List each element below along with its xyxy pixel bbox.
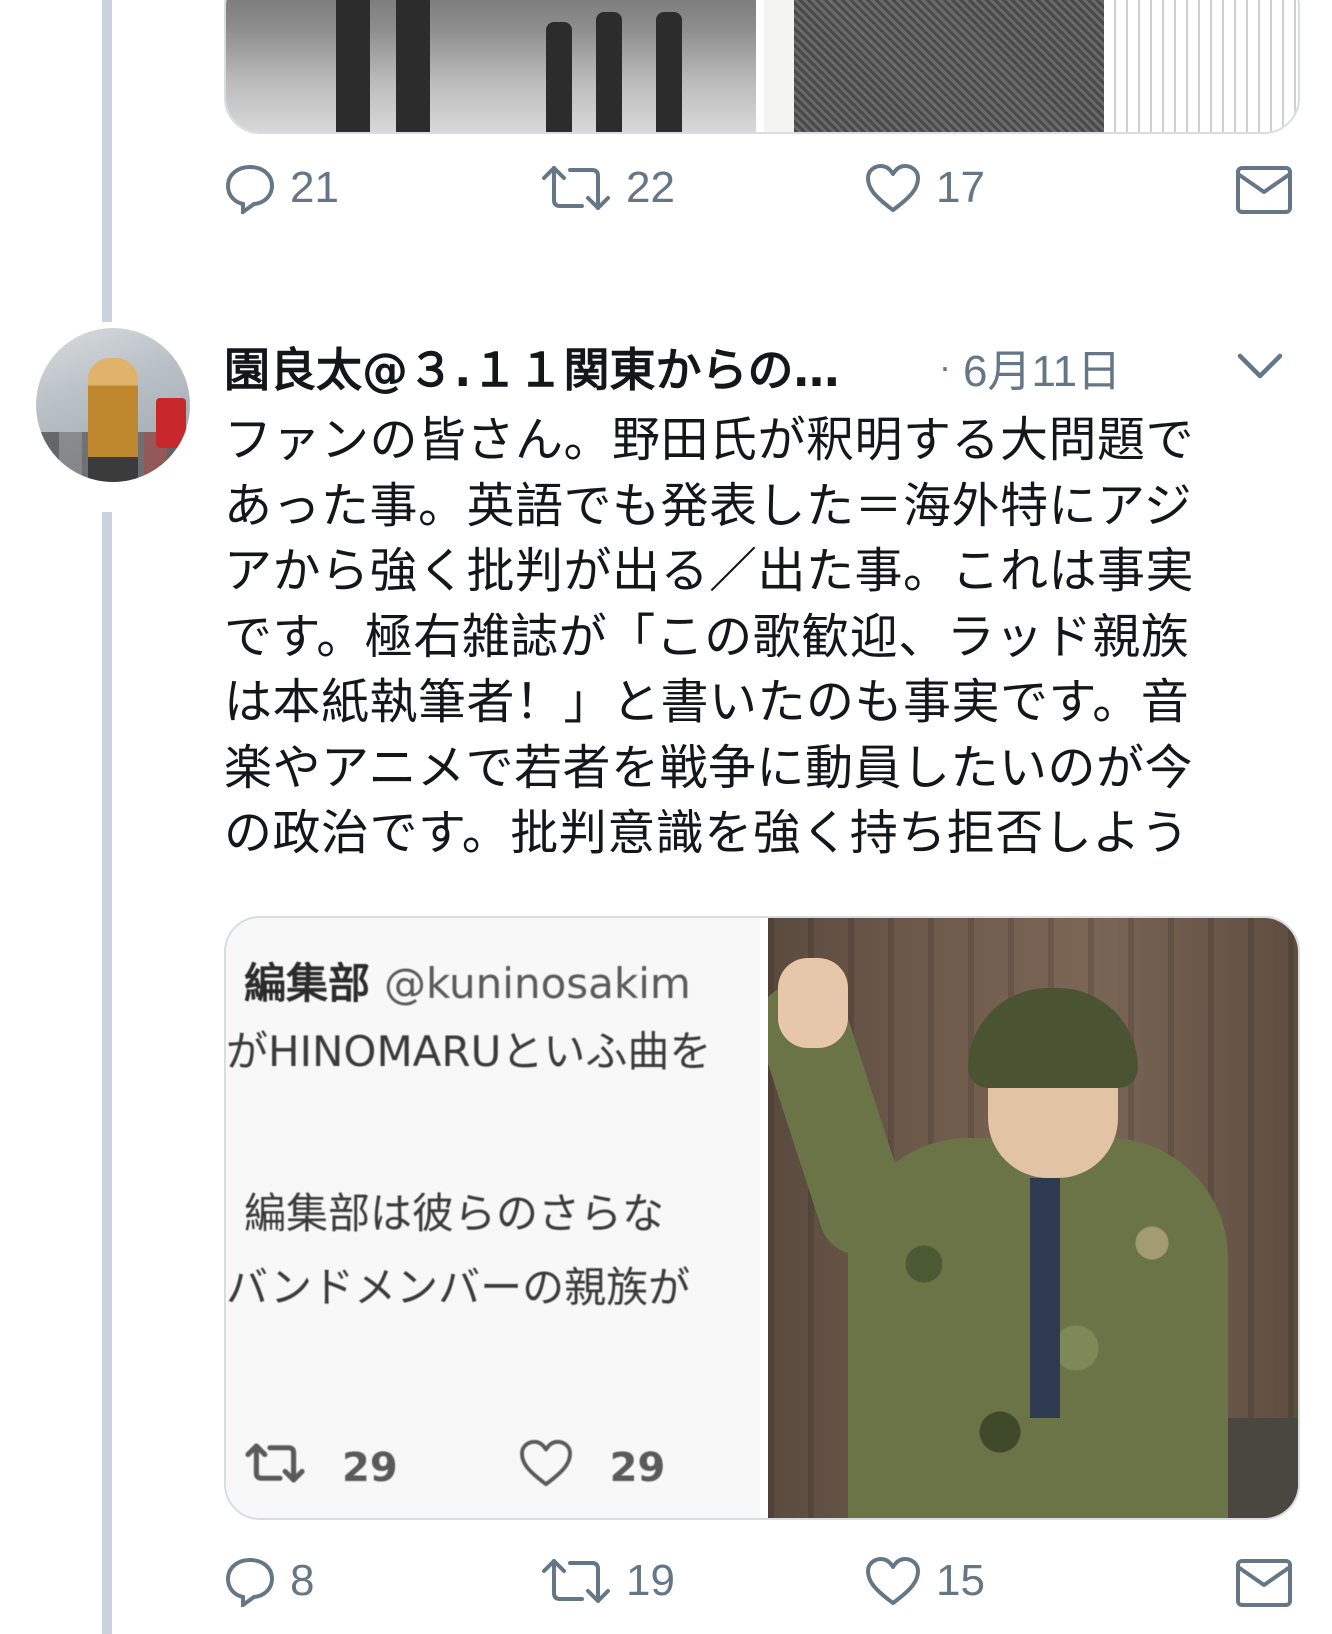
reply-icon bbox=[224, 1555, 276, 1607]
reply-button[interactable]: 21 bbox=[224, 162, 339, 214]
author-name[interactable]: 園良太@３.１１関東からの… bbox=[224, 334, 839, 400]
tweet-text-line: の政治です。批判意識を強く持ち拒否しよう bbox=[224, 805, 1190, 861]
tweet-header: 園良太@３.１１関東からの… · 6月11日 bbox=[224, 332, 1304, 402]
tweet-text-line: ファンの皆さん。野田氏が釈明する大問題で bbox=[224, 412, 1195, 468]
reply-count: 8 bbox=[290, 1556, 315, 1605]
tweet-actions: 21 22 17 bbox=[224, 162, 1304, 232]
like-button[interactable]: 15 bbox=[864, 1555, 985, 1607]
direct-message-icon bbox=[1234, 1555, 1294, 1611]
tweet-text: ファンの皆さん。野田氏が釈明する大問題で あった事。英語でも発表した＝海外特にア… bbox=[224, 408, 1314, 867]
retweet-count: 22 bbox=[626, 163, 675, 212]
quote-text-line: 編集部は彼らのさらな bbox=[244, 1189, 665, 1238]
like-count: 17 bbox=[936, 163, 985, 212]
quote-stats: 29 29 bbox=[244, 1438, 665, 1498]
tweet-media[interactable]: 編集部 @kuninosakim がHINOMARUといふ曲を 編集部は彼らのさら… bbox=[224, 916, 1300, 1520]
like-icon bbox=[864, 1555, 922, 1607]
tweet-date: 6月11日 bbox=[963, 347, 1122, 396]
reply-button[interactable]: 8 bbox=[224, 1555, 314, 1607]
tweet-timestamp[interactable]: · 6月11日 bbox=[939, 332, 1121, 402]
retweet-icon bbox=[244, 1441, 306, 1495]
reply-icon bbox=[224, 162, 276, 214]
media-photo[interactable] bbox=[226, 0, 756, 132]
thread-line bbox=[102, 512, 112, 1634]
tweet-actions: 8 19 15 bbox=[224, 1555, 1304, 1625]
like-icon bbox=[518, 1438, 574, 1498]
tweet-text-line: は本紙執筆者！」と書いたのも事実です。音 bbox=[224, 674, 1190, 730]
quote-text-line: がHINOMARUといふ曲を bbox=[226, 1027, 712, 1076]
like-button[interactable]: 17 bbox=[864, 162, 985, 214]
tweet-media[interactable] bbox=[224, 0, 1300, 134]
retweet-icon bbox=[540, 162, 612, 214]
thread-line bbox=[102, 0, 112, 322]
quote-like-count: 29 bbox=[609, 1445, 666, 1491]
media-photo[interactable] bbox=[764, 0, 1298, 132]
tweet-text-line: アから強く批判が出る／出た事。これは事実 bbox=[224, 543, 1195, 599]
quote-text-line: バンドメンバーの親族が bbox=[226, 1263, 691, 1312]
quote-author-name: 編集部 bbox=[244, 959, 371, 1008]
direct-message-button[interactable] bbox=[1234, 162, 1294, 218]
like-count: 15 bbox=[936, 1556, 985, 1605]
chevron-down-icon[interactable] bbox=[1234, 346, 1286, 390]
tweet-text-line: あった事。英語でも発表した＝海外特にアジ bbox=[224, 477, 1193, 534]
direct-message-button[interactable] bbox=[1234, 1555, 1294, 1611]
media-photo[interactable] bbox=[768, 918, 1298, 1518]
quote-author: 編集部 @kuninosakim bbox=[244, 950, 691, 1011]
quote-screenshot-image[interactable]: 編集部 @kuninosakim がHINOMARUといふ曲を 編集部は彼らのさら… bbox=[226, 918, 768, 1518]
date-separator: · bbox=[939, 346, 951, 387]
retweet-icon bbox=[540, 1555, 612, 1607]
retweet-count: 19 bbox=[626, 1556, 675, 1605]
tweet-text-line: 楽やアニメで若者を戦争に動員したいのが今 bbox=[224, 739, 1194, 796]
quote-retweet-count: 29 bbox=[342, 1445, 398, 1491]
direct-message-icon bbox=[1234, 162, 1294, 218]
reply-count: 21 bbox=[290, 163, 339, 212]
retweet-button[interactable]: 19 bbox=[540, 1555, 675, 1607]
retweet-button[interactable]: 22 bbox=[540, 162, 675, 214]
like-icon bbox=[864, 162, 922, 214]
tweet-text-line: です。極右雑誌が「この歌歓迎、ラッド親族 bbox=[224, 608, 1190, 665]
quote-handle: @kuninosakim bbox=[384, 959, 691, 1008]
avatar[interactable] bbox=[36, 328, 190, 482]
